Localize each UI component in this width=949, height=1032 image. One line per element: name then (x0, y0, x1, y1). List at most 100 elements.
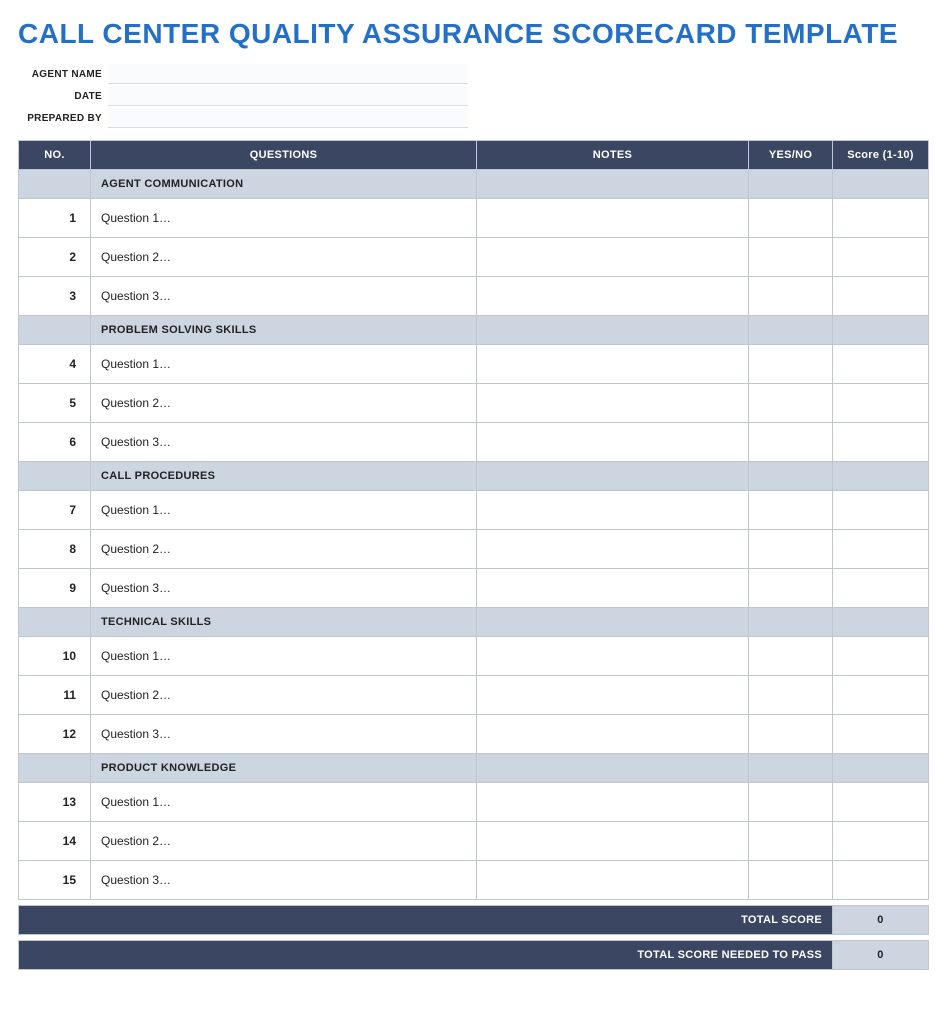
yes-no-cell[interactable] (749, 199, 833, 238)
section-score-cell (833, 754, 929, 783)
yes-no-cell[interactable] (749, 238, 833, 277)
prepared-by-input[interactable] (108, 108, 468, 128)
question-row: 11Question 2… (19, 676, 929, 715)
yes-no-cell[interactable] (749, 277, 833, 316)
question-text[interactable]: Question 1… (91, 783, 477, 822)
notes-cell[interactable] (477, 569, 749, 608)
question-row: 4Question 1… (19, 345, 929, 384)
notes-cell[interactable] (477, 238, 749, 277)
page-title: CALL CENTER QUALITY ASSURANCE SCORECARD … (18, 18, 931, 50)
notes-cell[interactable] (477, 199, 749, 238)
question-text[interactable]: Question 2… (91, 676, 477, 715)
question-no: 5 (19, 384, 91, 423)
score-cell[interactable] (833, 277, 929, 316)
score-cell[interactable] (833, 530, 929, 569)
col-header-score: Score (1-10) (833, 141, 929, 170)
score-cell[interactable] (833, 637, 929, 676)
section-header-row: TECHNICAL SKILLS (19, 608, 929, 637)
question-no: 4 (19, 345, 91, 384)
question-text[interactable]: Question 3… (91, 715, 477, 754)
yes-no-cell[interactable] (749, 530, 833, 569)
yes-no-cell[interactable] (749, 491, 833, 530)
section-no-cell (19, 462, 91, 491)
score-cell[interactable] (833, 345, 929, 384)
score-cell[interactable] (833, 783, 929, 822)
question-text[interactable]: Question 2… (91, 238, 477, 277)
notes-cell[interactable] (477, 530, 749, 569)
score-cell[interactable] (833, 384, 929, 423)
question-text[interactable]: Question 2… (91, 822, 477, 861)
question-no: 8 (19, 530, 91, 569)
notes-cell[interactable] (477, 423, 749, 462)
notes-cell[interactable] (477, 384, 749, 423)
question-no: 13 (19, 783, 91, 822)
score-cell[interactable] (833, 238, 929, 277)
yes-no-cell[interactable] (749, 715, 833, 754)
notes-cell[interactable] (477, 345, 749, 384)
section-no-cell (19, 316, 91, 345)
question-no: 7 (19, 491, 91, 530)
question-row: 2Question 2… (19, 238, 929, 277)
section-title: TECHNICAL SKILLS (91, 608, 477, 637)
section-notes-cell (477, 316, 749, 345)
col-header-notes: NOTES (477, 141, 749, 170)
score-cell[interactable] (833, 199, 929, 238)
question-text[interactable]: Question 1… (91, 491, 477, 530)
notes-cell[interactable] (477, 715, 749, 754)
score-cell[interactable] (833, 715, 929, 754)
score-cell[interactable] (833, 822, 929, 861)
question-no: 10 (19, 637, 91, 676)
yes-no-cell[interactable] (749, 676, 833, 715)
yes-no-cell[interactable] (749, 822, 833, 861)
score-cell[interactable] (833, 423, 929, 462)
notes-cell[interactable] (477, 491, 749, 530)
notes-cell[interactable] (477, 676, 749, 715)
notes-cell[interactable] (477, 822, 749, 861)
notes-cell[interactable] (477, 637, 749, 676)
score-cell[interactable] (833, 676, 929, 715)
total-needed-row: TOTAL SCORE NEEDED TO PASS 0 (19, 941, 929, 970)
yes-no-cell[interactable] (749, 861, 833, 900)
section-header-row: PROBLEM SOLVING SKILLS (19, 316, 929, 345)
table-header-row: NO. QUESTIONS NOTES YES/NO Score (1-10) (19, 141, 929, 170)
date-input[interactable] (108, 86, 468, 106)
question-text[interactable]: Question 2… (91, 530, 477, 569)
col-header-no: NO. (19, 141, 91, 170)
question-text[interactable]: Question 2… (91, 384, 477, 423)
section-title: AGENT COMMUNICATION (91, 170, 477, 199)
question-text[interactable]: Question 3… (91, 423, 477, 462)
yes-no-cell[interactable] (749, 569, 833, 608)
total-needed-value: 0 (833, 941, 929, 970)
section-notes-cell (477, 754, 749, 783)
yes-no-cell[interactable] (749, 345, 833, 384)
section-score-cell (833, 170, 929, 199)
section-notes-cell (477, 170, 749, 199)
question-row: 8Question 2… (19, 530, 929, 569)
yes-no-cell[interactable] (749, 637, 833, 676)
question-text[interactable]: Question 1… (91, 345, 477, 384)
section-notes-cell (477, 608, 749, 637)
yes-no-cell[interactable] (749, 384, 833, 423)
notes-cell[interactable] (477, 861, 749, 900)
question-no: 12 (19, 715, 91, 754)
section-score-cell (833, 316, 929, 345)
section-header-row: PRODUCT KNOWLEDGE (19, 754, 929, 783)
question-text[interactable]: Question 1… (91, 199, 477, 238)
score-cell[interactable] (833, 491, 929, 530)
section-no-cell (19, 608, 91, 637)
agent-name-input[interactable] (108, 64, 468, 84)
score-cell[interactable] (833, 569, 929, 608)
question-text[interactable]: Question 3… (91, 861, 477, 900)
notes-cell[interactable] (477, 783, 749, 822)
question-row: 6Question 3… (19, 423, 929, 462)
question-text[interactable]: Question 1… (91, 637, 477, 676)
yes-no-cell[interactable] (749, 423, 833, 462)
notes-cell[interactable] (477, 277, 749, 316)
question-row: 12Question 3… (19, 715, 929, 754)
score-cell[interactable] (833, 861, 929, 900)
scorecard-table: NO. QUESTIONS NOTES YES/NO Score (1-10) … (18, 140, 929, 970)
yes-no-cell[interactable] (749, 783, 833, 822)
question-text[interactable]: Question 3… (91, 277, 477, 316)
question-text[interactable]: Question 3… (91, 569, 477, 608)
question-row: 5Question 2… (19, 384, 929, 423)
